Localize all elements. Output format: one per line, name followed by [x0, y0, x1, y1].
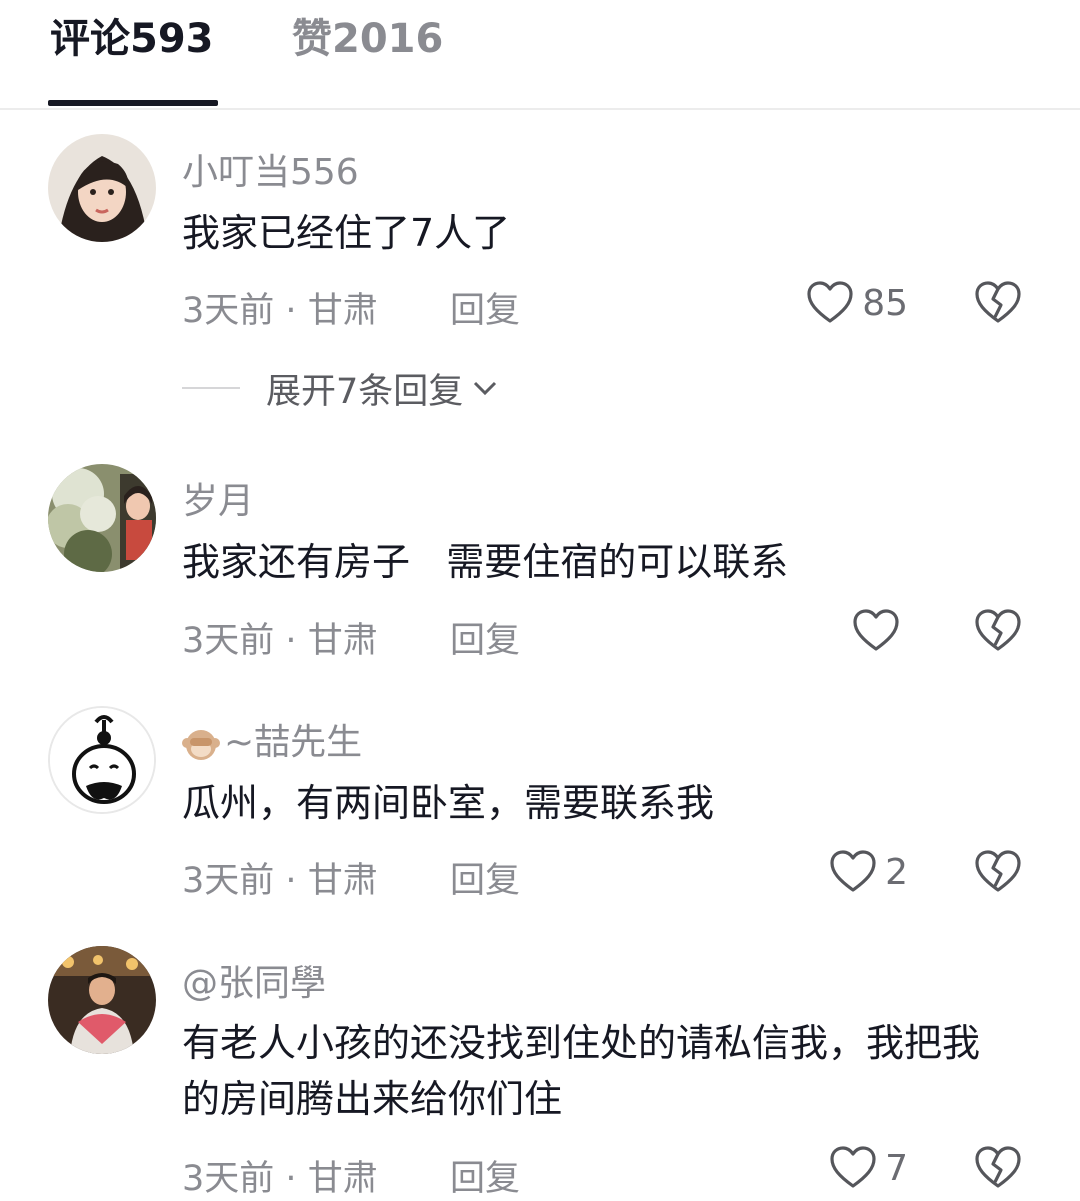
reply-button[interactable]: 回复 [450, 1150, 520, 1201]
like-button[interactable]: 85 [806, 281, 908, 325]
comment-text: 瓜州，有两间卧室，需要联系我 [182, 781, 715, 825]
heart-outline-icon [853, 609, 899, 651]
comment-location: 甘肃 [307, 291, 378, 331]
avatar[interactable] [48, 134, 156, 242]
comment-time: 3天前 [182, 621, 275, 661]
heart-outline-icon [830, 1146, 876, 1188]
like-button[interactable]: 2 [829, 850, 908, 894]
comment-location: 甘肃 [307, 861, 378, 901]
heart-outline-icon [830, 850, 876, 892]
broken-heart-icon [975, 1146, 1021, 1188]
comment-tabs: 评论593 赞2016 [0, 0, 1080, 110]
avatar[interactable] [48, 464, 156, 572]
dislike-button[interactable] [974, 609, 1022, 653]
broken-heart-icon [975, 850, 1021, 892]
avatar[interactable] [48, 706, 156, 814]
reply-button[interactable]: 回复 [450, 282, 520, 333]
comment-meta: 3天前 · 甘肃 [182, 852, 378, 903]
comment-meta: 3天前 · 甘肃 [182, 282, 378, 333]
expand-replies-label: 展开7条回复 [266, 371, 464, 412]
dislike-button[interactable] [974, 281, 1022, 325]
comment-text: 有老人小孩的还没找到住处的请私信我，我把我的房间腾出来给你们住 [182, 1021, 981, 1121]
meta-separator: · [285, 861, 297, 901]
dislike-button[interactable] [974, 850, 1022, 894]
tab-likes[interactable]: 赞2016 [292, 6, 443, 64]
comment-username-text: ~喆先生 [224, 722, 363, 763]
comment-time: 3天前 [182, 291, 275, 331]
meta-separator: · [285, 291, 297, 331]
comment-username[interactable]: 岁月 [182, 472, 254, 524]
like-count: 2 [885, 851, 908, 893]
comment-location: 甘肃 [307, 1159, 378, 1199]
comment-meta: 3天前 · 甘肃 [182, 612, 378, 663]
comment-username[interactable]: 小叮当556 [182, 143, 359, 195]
reply-button[interactable]: 回复 [450, 852, 520, 903]
tab-likes-label: 赞 [292, 16, 332, 62]
comment-meta: 3天前 · 甘肃 [182, 1150, 378, 1201]
comment-time: 3天前 [182, 861, 275, 901]
comment-location: 甘肃 [307, 621, 378, 661]
comment-username[interactable]: ~喆先生 [182, 713, 362, 765]
tab-comments[interactable]: 评论593 [50, 6, 214, 64]
meta-separator: · [285, 1159, 297, 1199]
meta-separator: · [285, 621, 297, 661]
tab-comments-label: 评论 [50, 16, 130, 62]
active-tab-indicator [48, 100, 218, 106]
like-button[interactable] [852, 609, 908, 653]
expand-replies-button[interactable]: 展开7条回复 [182, 366, 499, 412]
comment-time: 3天前 [182, 1159, 275, 1199]
chevron-down-icon [474, 381, 497, 396]
comment-text: 我家已经住了7人了 [182, 211, 511, 255]
reply-button[interactable]: 回复 [450, 612, 520, 663]
tab-comments-count: 593 [130, 16, 214, 62]
comment-text: 我家还有房子 需要住宿的可以联系 [182, 540, 789, 584]
monkey-emoji-icon [182, 730, 220, 760]
broken-heart-icon [975, 281, 1021, 323]
avatar[interactable] [48, 946, 156, 1054]
like-count: 85 [862, 282, 908, 324]
like-count: 7 [885, 1147, 908, 1189]
like-button[interactable]: 7 [829, 1146, 908, 1190]
heart-outline-icon [807, 281, 853, 323]
dislike-button[interactable] [974, 1146, 1022, 1190]
broken-heart-icon [975, 609, 1021, 651]
comment-username[interactable]: @张同學 [182, 954, 326, 1006]
expand-divider [182, 387, 240, 389]
tab-likes-count: 2016 [332, 16, 444, 62]
